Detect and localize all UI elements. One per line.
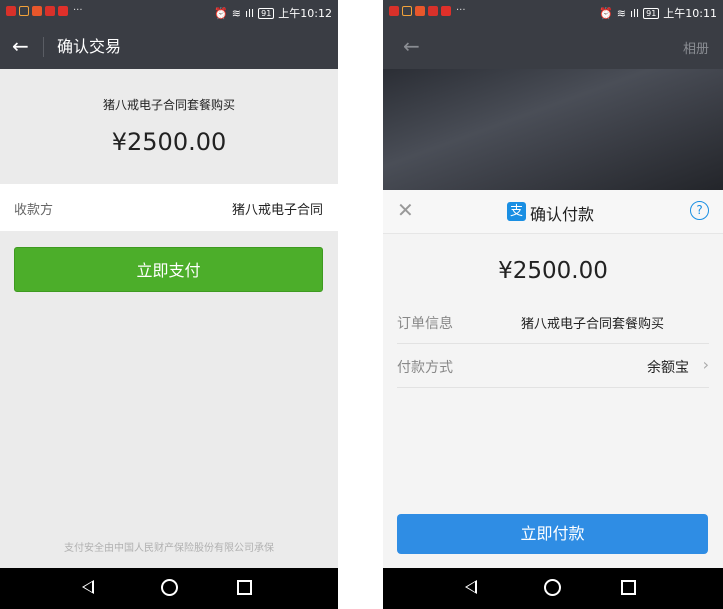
alarm-icon: ⏰ (214, 6, 228, 20)
pay-now-button[interactable]: 立即支付 (14, 247, 323, 292)
background-photo (383, 69, 723, 190)
nav-divider (43, 37, 44, 57)
app-notification-icon (58, 6, 68, 16)
more-notifications-icon: ··· (73, 5, 83, 16)
sheet-header: ✕ 支 确认付款 ? (383, 190, 723, 234)
status-bar: ··· ⏰ ≋ ıll 91 上午10:12 (0, 0, 338, 24)
android-nav-bar (383, 568, 723, 609)
top-nav-bar: ← 确认交易 (0, 24, 338, 69)
payment-method-value: 余额宝 (647, 360, 689, 376)
app-notification-icon (441, 6, 451, 16)
app-notification-icon (428, 6, 438, 16)
payment-amount: ¥2500.00 (111, 128, 227, 156)
payment-method-label: 付款方式 (397, 360, 453, 376)
back-arrow-icon[interactable]: ← (403, 34, 420, 58)
status-bar: ··· ⏰ ≋ ıll 91 上午10:11 (383, 0, 723, 24)
android-nav-bar (0, 568, 338, 609)
app-notification-icon (32, 6, 42, 16)
more-notifications-icon: ··· (456, 5, 466, 16)
insurance-note: 支付安全由中国人民财产保险股份有限公司承保 (64, 543, 274, 554)
payment-amount: ¥2500.00 (498, 258, 608, 284)
sheet-title: 确认付款 (530, 205, 595, 224)
app-notification-icon (45, 6, 55, 16)
app-notification-icon (415, 6, 425, 16)
alipay-confirm-screen: ··· ⏰ ≋ ıll 91 上午10:11 ← 相册 ✕ 支 确认付款 ? ¥… (383, 0, 723, 609)
payee-row: 收款方 猪八戒电子合同 (0, 184, 338, 231)
nav-home-icon[interactable] (161, 579, 178, 596)
alarm-icon: ⏰ (599, 6, 613, 20)
back-arrow-icon[interactable]: ← (12, 34, 29, 58)
order-info-value: 猪八戒电子合同套餐购买 (521, 317, 665, 332)
payment-method-row[interactable]: 付款方式 余额宝 › (397, 345, 709, 388)
nav-back-icon[interactable] (82, 580, 94, 594)
wifi-icon: ≋ (616, 6, 626, 20)
status-right: ⏰ ≋ ıll 91 上午10:12 (214, 5, 332, 21)
notification-icons: ··· (6, 6, 83, 16)
clock: 上午10:11 (663, 7, 717, 20)
signal-icon: ıll (244, 6, 255, 20)
signal-icon: ıll (629, 6, 640, 20)
wifi-icon: ≋ (231, 6, 241, 20)
chevron-right-icon: › (702, 355, 709, 374)
wechat-confirm-screen: ··· ⏰ ≋ ıll 91 上午10:12 ← 确认交易 猪八戒电子合同套餐购… (0, 0, 338, 609)
lock-notification-icon (19, 6, 29, 16)
alipay-logo-icon: 支 (507, 202, 526, 221)
battery-icon: 91 (258, 7, 275, 19)
pay-now-button[interactable]: 立即付款 (397, 514, 708, 554)
battery-icon: 91 (643, 7, 660, 19)
payee-value: 猪八戒电子合同 (231, 203, 323, 218)
page-title: 确认交易 (57, 37, 122, 56)
clock: 上午10:12 (278, 7, 332, 20)
lock-notification-icon (402, 6, 412, 16)
nav-recent-icon[interactable] (237, 580, 252, 595)
app-notification-icon (6, 6, 16, 16)
close-icon[interactable]: ✕ (397, 200, 414, 220)
help-icon[interactable]: ? (690, 201, 709, 220)
notification-icons: ··· (389, 6, 466, 16)
album-link[interactable]: 相册 (683, 38, 709, 57)
nav-recent-icon[interactable] (621, 580, 636, 595)
payee-label: 收款方 (14, 203, 54, 218)
product-name: 猪八戒电子合同套餐购买 (102, 98, 235, 112)
payment-sheet: ✕ 支 确认付款 ? ¥2500.00 订单信息 猪八戒电子合同套餐购买 付款方… (383, 190, 723, 568)
nav-home-icon[interactable] (544, 579, 561, 596)
order-info-row: 订单信息 猪八戒电子合同套餐购买 (397, 301, 709, 344)
nav-back-icon[interactable] (465, 580, 477, 594)
order-info-label: 订单信息 (397, 316, 453, 332)
app-notification-icon (389, 6, 399, 16)
status-right: ⏰ ≋ ıll 91 上午10:11 (599, 5, 717, 21)
